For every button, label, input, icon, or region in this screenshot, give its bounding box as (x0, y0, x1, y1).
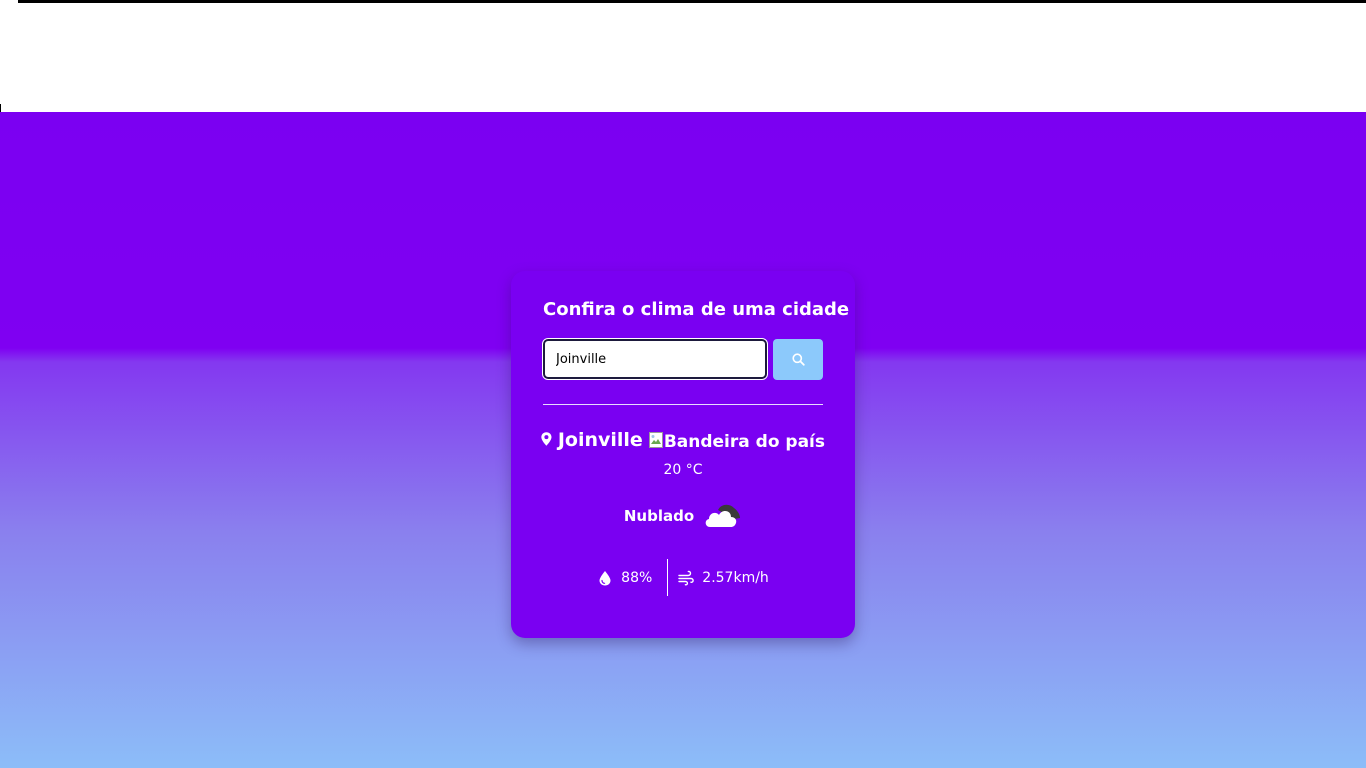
page-edge-marker (0, 104, 1, 112)
broken-image-icon (648, 432, 663, 448)
page-header-area (0, 0, 1366, 112)
city-search-input[interactable] (542, 338, 768, 380)
humidity-value: 88% (621, 569, 653, 586)
weather-card: Confira o clima de uma cidade Joinville … (511, 271, 855, 638)
search-button[interactable] (773, 339, 823, 380)
stats-row: 88% 2.57km/h (511, 559, 855, 596)
description-row: Nublado (511, 501, 855, 531)
map-pin-icon (541, 432, 552, 446)
wind-icon (678, 570, 695, 585)
divider (543, 404, 823, 405)
temperature: 20 °C (663, 462, 703, 478)
wind-stat: 2.57km/h (667, 559, 769, 596)
search-icon (791, 353, 805, 366)
country-flag-image: Bandeira do país (648, 429, 825, 451)
top-border-line (18, 0, 1366, 3)
droplet-icon (599, 570, 611, 585)
wind-value: 2.57km/h (702, 569, 769, 586)
flag-alt-text: Bandeira do país (663, 432, 825, 451)
city-row: Joinville Bandeira do país (541, 429, 825, 451)
humidity-stat: 88% (597, 570, 667, 586)
cloud-icon (705, 504, 741, 527)
card-title: Confira o clima de uma cidade (543, 299, 850, 320)
city-name: Joinville (557, 429, 643, 451)
weather-description: Nublado (623, 507, 695, 525)
